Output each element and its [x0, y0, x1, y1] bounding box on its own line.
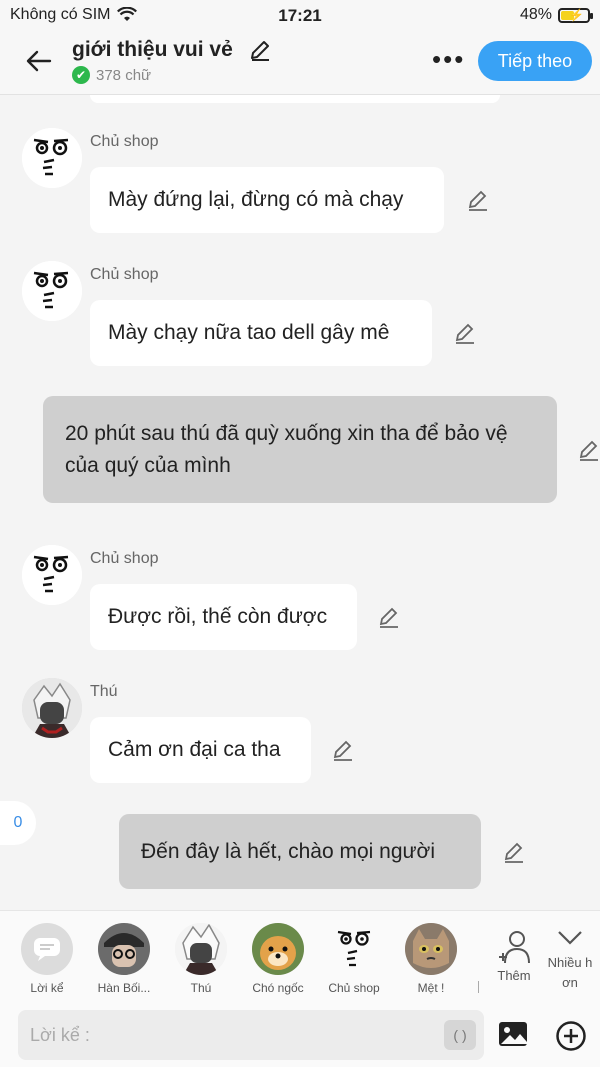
avatar-chu-shop[interactable]: [22, 545, 82, 605]
edit-message-icon[interactable]: [377, 605, 401, 629]
character-chu-shop[interactable]: Chủ shop: [324, 923, 384, 995]
sender-name: Chủ shop: [90, 266, 159, 283]
message-bubble[interactable]: Mày chạy nữa tao dell gây mê: [90, 300, 432, 366]
more-icon[interactable]: •••: [432, 44, 465, 75]
edit-message-icon[interactable]: [453, 321, 477, 345]
edit-title-icon[interactable]: [248, 38, 272, 62]
character-narrator[interactable]: Lời kể: [17, 923, 77, 995]
more-characters-label: Nhiều h ơn: [547, 955, 593, 990]
input-bar: Lời kể : ( ): [0, 1002, 600, 1067]
sender-name: Thú: [90, 683, 118, 700]
battery-percent: 48%: [519, 6, 552, 23]
character-cho-ngoc[interactable]: Chó ngốc: [248, 923, 308, 995]
chevron-down-icon: [558, 931, 582, 945]
character-label: Lời kể: [30, 981, 64, 995]
previous-bubble: [90, 95, 500, 103]
clock: 17:21: [278, 6, 322, 25]
character-label: Chó ngốc: [252, 981, 304, 995]
narration-input[interactable]: Lời kể : ( ): [18, 1010, 484, 1060]
sender-name: Chủ shop: [90, 133, 159, 150]
more-characters-button[interactable]: Nhiều h ơn: [542, 929, 598, 993]
next-button[interactable]: Tiếp theo: [478, 41, 592, 81]
divider: [478, 981, 479, 993]
status-bar: Không có SIM 17:21 48% ⚡: [0, 0, 600, 30]
avatar-met: [405, 923, 457, 975]
narration-bubble[interactable]: Đến đây là hết, chào mọi người: [119, 814, 481, 889]
chat-area[interactable]: Chủ shop Mày đứng lại, đừng có mà chạy C…: [0, 95, 600, 910]
narration-bubble[interactable]: 20 phút sau thú đã quỳ xuống xin tha để …: [43, 396, 557, 503]
character-label: Chủ shop: [328, 981, 380, 995]
speech-bubble-icon: [21, 923, 73, 975]
edit-message-icon[interactable]: [502, 840, 526, 864]
add-character-button[interactable]: Thêm: [490, 929, 538, 983]
avatar-chu-shop[interactable]: [22, 128, 82, 188]
word-count: ✔ 378 chữ: [72, 66, 151, 84]
add-icon[interactable]: [555, 1020, 587, 1052]
character-met[interactable]: Mệt !: [401, 923, 461, 995]
avatar-cho-ngoc: [252, 923, 304, 975]
edit-message-icon[interactable]: [466, 188, 490, 212]
header: giới thiệu vui vẻ ✔ 378 chữ ••• Tiếp the…: [0, 30, 600, 95]
character-thu[interactable]: Thú: [171, 923, 231, 995]
word-count-text: 378 chữ: [96, 66, 152, 84]
message-bubble[interactable]: Cảm ơn đại ca tha: [90, 717, 311, 783]
arrow-left-icon: [26, 50, 52, 72]
character-label: Hàn Bối...: [97, 981, 151, 995]
message-bubble[interactable]: Mày đứng lại, đừng có mà chạy: [90, 167, 444, 233]
sender-name: Chủ shop: [90, 550, 159, 567]
check-icon: ✔: [72, 66, 90, 84]
story-title[interactable]: giới thiệu vui vẻ: [72, 38, 233, 62]
character-label: Thú: [190, 981, 212, 995]
character-label: Mệt !: [417, 981, 445, 995]
image-icon[interactable]: [497, 1020, 529, 1048]
parenthesis-button[interactable]: ( ): [444, 1020, 476, 1050]
avatar-thu[interactable]: [22, 678, 82, 738]
battery-icon: ⚡: [558, 7, 593, 23]
back-button[interactable]: [22, 44, 56, 78]
avatar-chu-shop[interactable]: [22, 261, 82, 321]
character-han-boi[interactable]: Hàn Bối...: [94, 923, 154, 995]
input-placeholder: Lời kể :: [30, 1024, 90, 1045]
avatar-han-boi: [98, 923, 150, 975]
character-bar: Lời kể Hàn Bối... Thú Chó ngốc Chủ shop …: [0, 910, 600, 1003]
add-person-icon: [499, 931, 530, 964]
avatar-chu-shop: [328, 923, 380, 975]
edit-message-icon[interactable]: [577, 438, 600, 462]
add-character-label: Thêm: [497, 968, 531, 983]
message-bubble[interactable]: Được rồi, thế còn được: [90, 584, 357, 650]
side-counter-badge[interactable]: 0: [0, 801, 36, 845]
edit-message-icon[interactable]: [331, 738, 355, 762]
avatar-thu: [175, 923, 227, 975]
